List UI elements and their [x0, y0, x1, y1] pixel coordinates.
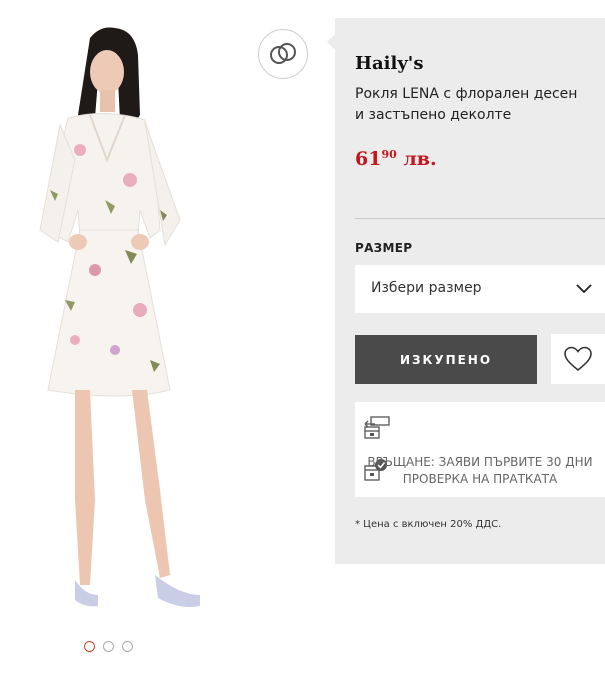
compare-rings-icon	[270, 43, 296, 64]
sold-out-button[interactable]: ИЗКУПЕНО	[355, 335, 537, 384]
returns-info: ВРЪЩАНЕ: ЗАЯВИ ПЪРВИТЕ 30 ДНИ ПРОВЕРКА Н…	[355, 402, 605, 497]
price-decimal: 90	[381, 148, 397, 161]
vat-note: * Цена с включен 20% ДДС.	[355, 519, 502, 530]
gallery-dot[interactable]	[84, 641, 95, 652]
gallery-dots	[84, 641, 133, 652]
chevron-down-icon	[576, 284, 592, 294]
divider	[355, 218, 605, 219]
brand-name[interactable]: Haily's	[355, 53, 423, 74]
gallery-dot[interactable]	[122, 641, 133, 652]
product-price: 6190 лв.	[355, 148, 437, 170]
compare-button[interactable]	[258, 29, 308, 79]
gallery-dot[interactable]	[103, 641, 114, 652]
product-gallery	[0, 0, 335, 699]
return-box-icon	[364, 416, 390, 439]
price-currency: лв.	[403, 148, 437, 170]
size-select[interactable]: Избери размер	[355, 265, 605, 313]
returns-text: ВРЪЩАНЕ: ЗАЯВИ ПЪРВИТЕ 30 ДНИ ПРОВЕРКА Н…	[355, 454, 605, 488]
product-image[interactable]	[20, 20, 215, 620]
returns-line-1: ВРЪЩАНЕ: ЗАЯВИ ПЪРВИТЕ 30 ДНИ	[367, 455, 593, 469]
product-title: Рокля LENA с флорален десен и застъпено …	[355, 86, 578, 123]
heart-icon	[564, 346, 592, 372]
product-info-panel: Haily's Рокля LENA с флорален десен и за…	[335, 18, 605, 564]
wishlist-button[interactable]	[551, 334, 605, 384]
size-select-value: Избери размер	[371, 280, 482, 296]
size-label: РАЗМЕР	[355, 241, 413, 255]
price-main: 61	[355, 148, 382, 170]
returns-line-2: ПРОВЕРКА НА ПРАТКАТА	[402, 472, 558, 486]
panel-pointer	[327, 34, 335, 50]
